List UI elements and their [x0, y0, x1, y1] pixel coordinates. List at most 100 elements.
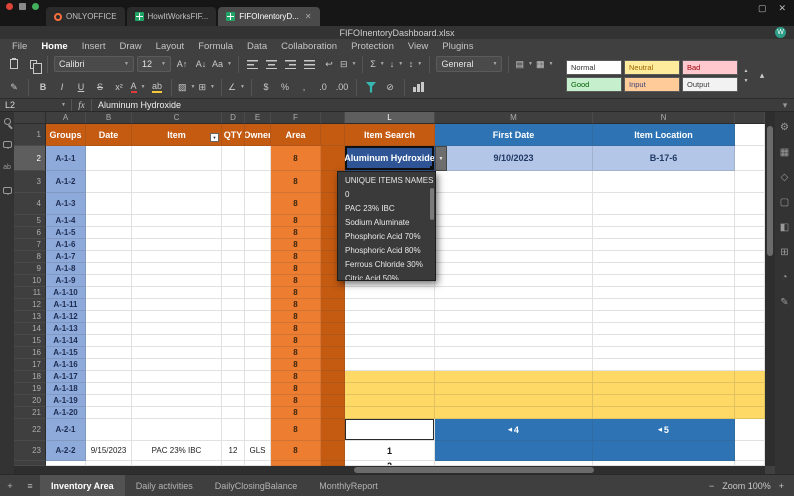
dropdown-item-2[interactable]: PAC 23% IBC	[338, 202, 435, 216]
wrap-text-button[interactable]: ↩	[321, 56, 337, 72]
row-header-10[interactable]: 10	[14, 275, 46, 287]
cell-B20[interactable]	[86, 395, 132, 407]
add-sheet-button[interactable]: +	[0, 475, 20, 496]
cell-L21[interactable]	[345, 407, 435, 419]
cell-C3[interactable]	[132, 171, 222, 193]
cell-E16[interactable]	[245, 347, 271, 359]
cell-F8[interactable]: 8	[271, 251, 321, 263]
cell-E6[interactable]	[245, 227, 271, 239]
dropdown-item-1[interactable]: 0	[338, 188, 435, 202]
cell-A18[interactable]: A-1-17	[46, 371, 86, 383]
sheet-tab-monthlyreport[interactable]: MonthlyReport	[308, 475, 389, 496]
header-cell-first-date[interactable]: First Date	[435, 124, 593, 146]
cell-A9[interactable]: A-1-8	[46, 263, 86, 275]
cell-X5[interactable]	[735, 215, 765, 227]
row-header-13[interactable]: 13	[14, 311, 46, 323]
cell-C9[interactable]	[132, 263, 222, 275]
cell-C7[interactable]	[132, 239, 222, 251]
cell-L23[interactable]: 1	[345, 441, 435, 461]
row-header-6[interactable]: 6	[14, 227, 46, 239]
cell-D15[interactable]	[222, 335, 245, 347]
row-header-7[interactable]: 7	[14, 239, 46, 251]
vertical-scrollbar[interactable]	[765, 112, 775, 466]
cell-style-output[interactable]: Output	[682, 76, 738, 92]
cell-M19[interactable]	[435, 383, 593, 395]
cell-F21[interactable]: 8	[271, 407, 321, 419]
cell-G19[interactable]	[321, 383, 345, 395]
cell-B21[interactable]	[86, 407, 132, 419]
menu-formula[interactable]: Formula	[198, 41, 233, 52]
decrease-decimal-button[interactable]: .00	[334, 79, 350, 95]
header-cell-groups[interactable]: Groups	[46, 124, 86, 146]
column-header-blank[interactable]	[321, 112, 345, 124]
decrease-font-button[interactable]: A↓	[193, 56, 209, 72]
menu-protection[interactable]: Protection	[351, 41, 394, 52]
cell-N6[interactable]	[593, 227, 735, 239]
cell-F6[interactable]: 8	[271, 227, 321, 239]
spreadsheet-settings-icon[interactable]: ⚙	[780, 122, 789, 133]
cell-C22[interactable]	[132, 419, 222, 441]
cell-N17[interactable]	[593, 359, 735, 371]
header-cell-item-location[interactable]: Item Location	[593, 124, 735, 146]
cell-B16[interactable]	[86, 347, 132, 359]
cell-B6[interactable]	[86, 227, 132, 239]
cell-C17[interactable]	[132, 359, 222, 371]
cell-X16[interactable]	[735, 347, 765, 359]
cell-B18[interactable]	[86, 371, 132, 383]
bold-button[interactable]: B	[35, 79, 51, 95]
text-orientation-button[interactable]: ∠ ▼	[228, 79, 245, 95]
cell-L17[interactable]	[345, 359, 435, 371]
percent-style-button[interactable]: %	[277, 79, 293, 95]
row-header-21[interactable]: 21	[14, 407, 46, 419]
column-header-N[interactable]: N	[593, 112, 735, 124]
cell-F12[interactable]: 8	[271, 299, 321, 311]
cell-A17[interactable]: A-1-16	[46, 359, 86, 371]
strikethrough-button[interactable]: S	[92, 79, 108, 95]
cell-A8[interactable]: A-1-7	[46, 251, 86, 263]
cell-X22[interactable]	[735, 419, 765, 441]
cell-M20[interactable]	[435, 395, 593, 407]
insert-function-button[interactable]: fx	[72, 99, 92, 111]
cell-style-normal[interactable]: Normal	[566, 59, 622, 75]
cell-B19[interactable]	[86, 383, 132, 395]
cell-E23[interactable]: GLS	[245, 441, 271, 461]
cell-F10[interactable]: 8	[271, 275, 321, 287]
cell-X23[interactable]	[735, 441, 765, 461]
cell-M21[interactable]	[435, 407, 593, 419]
row-header-16[interactable]: 16	[14, 347, 46, 359]
column-header-M[interactable]: M	[435, 112, 593, 124]
row-header-19[interactable]: 19	[14, 383, 46, 395]
cell-L18[interactable]	[345, 371, 435, 383]
cell-style-input[interactable]: Input	[624, 76, 680, 92]
cell-F3[interactable]: 8	[271, 171, 321, 193]
comments-icon[interactable]	[2, 141, 12, 149]
cell-F7[interactable]: 8	[271, 239, 321, 251]
cell-A10[interactable]: A-1-9	[46, 275, 86, 287]
cell-E12[interactable]	[245, 299, 271, 311]
cell-M11[interactable]	[435, 287, 593, 299]
cell-F2[interactable]: 8	[271, 146, 321, 171]
autosum-button[interactable]: Σ ▼	[369, 56, 385, 72]
menu-file[interactable]: File	[12, 41, 27, 52]
cell-B17[interactable]	[86, 359, 132, 371]
cell-F13[interactable]: 8	[271, 311, 321, 323]
cell-N4[interactable]	[593, 193, 735, 215]
gallery-up-button[interactable]: ▲	[741, 67, 751, 75]
cell-G22[interactable]	[321, 419, 345, 441]
cell-M14[interactable]	[435, 323, 593, 335]
cell-D22[interactable]	[222, 419, 245, 441]
cell-L16[interactable]	[345, 347, 435, 359]
cell-G11[interactable]	[321, 287, 345, 299]
row-header-8[interactable]: 8	[14, 251, 46, 263]
menu-home[interactable]: Home	[41, 41, 67, 52]
highlight-color-button[interactable]: ab	[149, 79, 165, 95]
cell-E4[interactable]	[245, 193, 271, 215]
menu-collaboration[interactable]: Collaboration	[281, 41, 337, 52]
app-tab-1[interactable]: HowItWorksFIF...	[126, 7, 217, 26]
cell-B4[interactable]	[86, 193, 132, 215]
cell-B2[interactable]	[86, 146, 132, 171]
cell-D12[interactable]	[222, 299, 245, 311]
cell-M8[interactable]	[435, 251, 593, 263]
row-header-1[interactable]: 1	[14, 124, 46, 146]
cell-L20[interactable]	[345, 395, 435, 407]
